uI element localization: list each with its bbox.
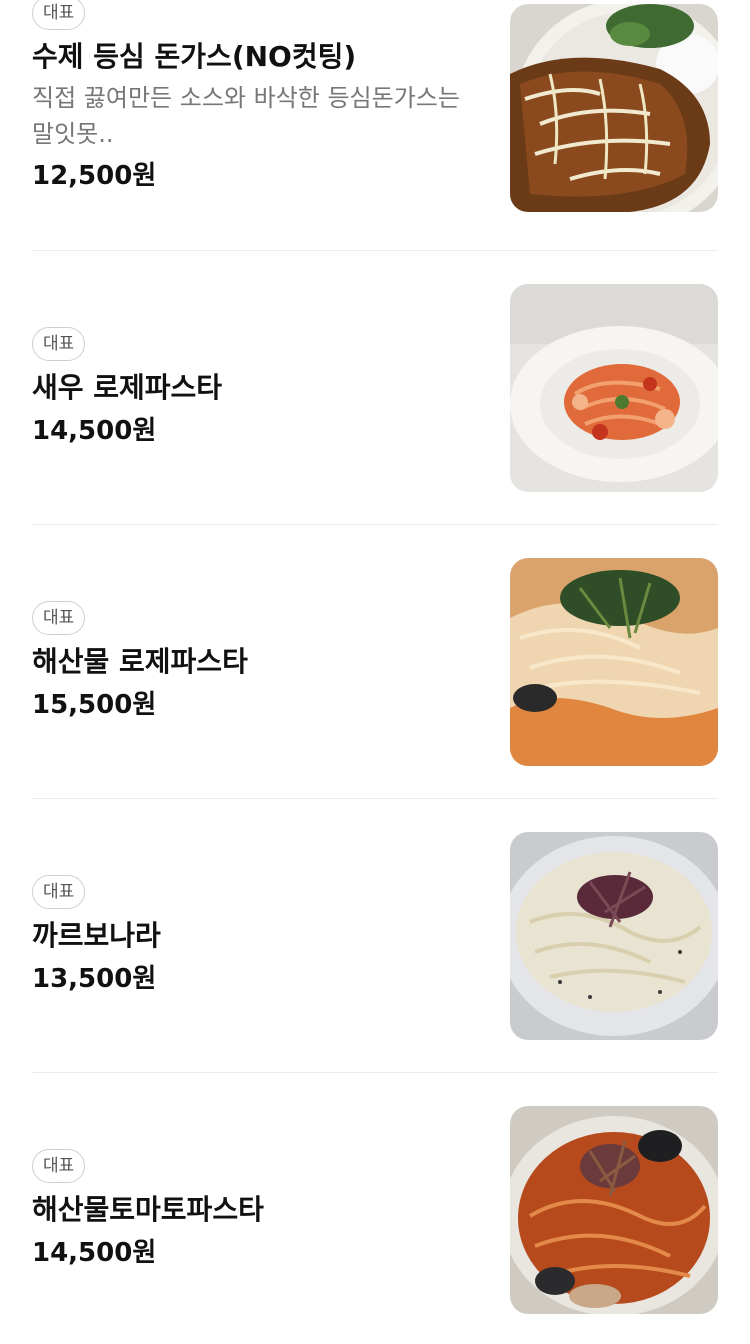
menu-item-shrimp-rose-pasta[interactable]: 대표 새우 로제파스타 14,500원 bbox=[32, 284, 718, 492]
carbonara-image bbox=[510, 832, 718, 1040]
menu-item-info: 대표 수제 등심 돈가스(NO컷팅) 직접 끓여만든 소스와 바삭한 등심돈가스… bbox=[32, 0, 482, 204]
signature-badge: 대표 bbox=[32, 0, 86, 30]
menu-item-pork-cutlet[interactable]: 대표 수제 등심 돈가스(NO컷팅) 직접 끓여만든 소스와 바삭한 등심돈가스… bbox=[32, 0, 718, 212]
divider bbox=[32, 1072, 718, 1073]
menu-item-price: 14,500원 bbox=[32, 416, 157, 446]
menu-item-image[interactable] bbox=[510, 284, 718, 492]
signature-badge: 대표 bbox=[32, 601, 86, 635]
menu-item-name: 새우 로제파스타 bbox=[32, 371, 223, 404]
menu-item-image[interactable] bbox=[510, 4, 718, 212]
menu-item-price: 13,500원 bbox=[32, 964, 157, 994]
signature-badge: 대표 bbox=[32, 1149, 86, 1183]
shrimp-rose-pasta-image bbox=[510, 284, 718, 492]
divider bbox=[32, 798, 718, 799]
seafood-tomato-pasta-image bbox=[510, 1106, 718, 1314]
seafood-rose-pasta-image bbox=[510, 558, 718, 766]
signature-badge: 대표 bbox=[32, 327, 86, 361]
menu-item-image[interactable] bbox=[510, 1106, 718, 1314]
menu-item-carbonara[interactable]: 대표 까르보나라 13,500원 bbox=[32, 832, 718, 1040]
menu-item-description: 직접 끓여만든 소스와 바삭한 등심돈가스는 말잇못.. bbox=[32, 84, 460, 148]
menu-item-price: 14,500원 bbox=[32, 1238, 157, 1268]
menu-item-name: 해산물토마토파스타 bbox=[32, 1193, 264, 1226]
menu-item-info: 대표 해산물 로제파스타 15,500원 bbox=[32, 558, 482, 766]
menu-item-image[interactable] bbox=[510, 558, 718, 766]
divider bbox=[32, 250, 718, 251]
menu-item-seafood-tomato-pasta[interactable]: 대표 해산물토마토파스타 14,500원 bbox=[32, 1106, 718, 1314]
menu-item-price: 15,500원 bbox=[32, 690, 157, 720]
menu-list: 대표 수제 등심 돈가스(NO컷팅) 직접 끓여만든 소스와 바삭한 등심돈가스… bbox=[0, 0, 750, 1344]
menu-item-price: 12,500원 bbox=[32, 161, 157, 191]
pork-cutlet-image bbox=[510, 4, 718, 212]
menu-item-info: 대표 까르보나라 13,500원 bbox=[32, 832, 482, 1040]
menu-item-image[interactable] bbox=[510, 832, 718, 1040]
menu-item-seafood-rose-pasta[interactable]: 대표 해산물 로제파스타 15,500원 bbox=[32, 558, 718, 766]
menu-item-name: 해산물 로제파스타 bbox=[32, 645, 248, 678]
signature-badge: 대표 bbox=[32, 875, 86, 909]
menu-item-name: 수제 등심 돈가스(NO컷팅) bbox=[32, 40, 357, 73]
divider bbox=[32, 524, 718, 525]
menu-item-name: 까르보나라 bbox=[32, 919, 161, 952]
menu-item-info: 대표 해산물토마토파스타 14,500원 bbox=[32, 1106, 482, 1314]
menu-item-info: 대표 새우 로제파스타 14,500원 bbox=[32, 284, 482, 492]
